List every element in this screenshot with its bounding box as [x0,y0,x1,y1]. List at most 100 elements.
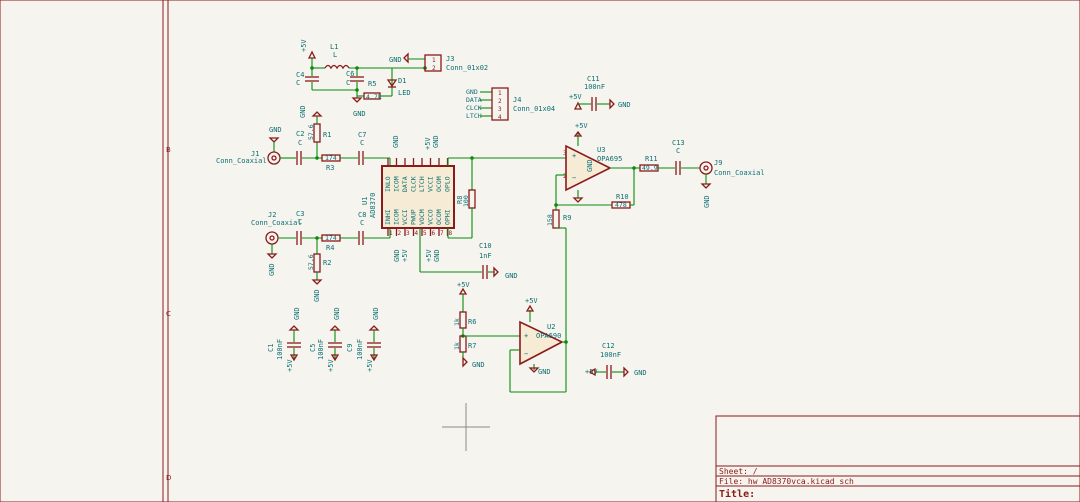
svg-text:GND: GND [586,159,594,172]
c6-ref: C6 [346,70,354,78]
u1-pin-icom: ICOM [393,209,401,225]
c3-ref: C3 [296,210,304,218]
svg-text:3: 3 [498,106,502,113]
j9-ref: J9 [714,159,722,167]
border-letter-d: D [166,474,171,482]
c4-value: C [296,79,300,87]
svg-text:+5V: +5V [525,297,538,305]
c12-value: 100nF [600,351,621,359]
svg-text:GND: GND [372,307,380,320]
svg-text:49.9: 49.9 [642,164,658,172]
c13-value: C [676,147,680,155]
r4-ref: R4 [326,244,334,252]
svg-text:+5V: +5V [401,249,409,262]
decoupling-caps-bottom: GND +5V C1 100nF GND +5V C5 100nF GND +5… [267,307,381,372]
svg-text:GND: GND [634,369,647,377]
c1-value: 100nF [276,339,284,360]
svg-text:GND: GND [299,105,307,118]
u1-ref: U1 [361,197,369,205]
u1-bottom-pin-names: INHI 1ICOM 2 VCCI 3PWUP 4 VOCM 5VCCO 6 OCOM 7OPHI 8 [384,209,453,237]
j3-ref: J3 [446,55,454,63]
svg-text:LTCH: LTCH [466,112,482,120]
svg-text:478: 478 [615,201,627,209]
decoupling-c11: +5V GND C11 100nF [569,75,631,111]
svg-text:1: 1 [498,90,502,97]
power-input-section: +5V L1 L C4 C C6 C GND 4.7k R5 D1 LED GN… [296,39,488,118]
svg-text:158: 158 [546,214,554,226]
l1-ref: L1 [330,43,338,51]
p5v-arrow-icon [307,50,317,59]
gnd-label-j3: GND [389,56,402,64]
svg-text:+5V: +5V [327,359,335,372]
u2-ref: U2 [547,323,555,331]
svg-text:+5V: +5V [286,359,294,372]
inductor-l1-icon [324,64,350,70]
r11-ref: R11 [645,155,658,163]
c11-ref: C11 [587,75,600,83]
u1-pin-number: 2 [398,230,402,237]
title-block: Sheet: / File: hw_AD8370vca.kicad_sch Ti… [715,415,1080,502]
svg-text:+5V: +5V [569,93,582,101]
u1-pin-vcco: VCCO [427,209,435,225]
u1-pin-data: DATA [401,176,409,192]
svg-text:GND: GND [392,135,400,148]
u2-value: OPA690 [536,332,561,340]
c7-value: C [360,139,364,147]
r3-ref: R3 [326,164,334,172]
r5-ref: R5 [368,80,376,88]
c9-ref: C9 [346,344,354,352]
r6-ref: R6 [468,318,476,326]
svg-text:GND: GND [333,307,341,320]
j2-value: Conn_Coaxial [251,219,302,227]
svg-text:GND: GND [538,368,551,376]
svg-text:GND: GND [703,195,711,208]
u1-pin-inhi: INHI [384,209,392,225]
u1-pin-number: 1 [389,230,393,237]
c6-value: C [346,79,350,87]
j4-ref: J4 [513,96,521,104]
u1-pin-number: 4 [415,230,419,237]
r5-value: 4.7k [366,93,382,101]
u1-pin-icom: ICOM [393,176,401,192]
crosshair-cursor-icon [442,403,490,451]
svg-text:GND: GND [293,307,301,320]
opamp-u2-opa690: +5V 1k R6 1k R7 GND + − U2 OPA690 +5V GN… [453,281,568,393]
svg-text:+5V: +5V [424,137,432,150]
svg-text:CLCK: CLCK [466,104,482,112]
svg-text:174: 174 [325,234,337,242]
j1-value: Conn_Coaxial [216,157,267,165]
svg-text:2: 2 [498,98,502,105]
svg-text:+5V: +5V [575,122,588,130]
svg-text:1k: 1k [453,342,461,350]
svg-text:GND: GND [393,249,401,262]
header-j4: GND DATA CLCK LTCH 1 2 3 4 J4 Conn_01x04 [466,87,555,121]
p5v-label-top: +5V [300,39,308,52]
r7-ref: R7 [468,342,476,350]
c1-ref: C1 [267,344,275,352]
u1-pin-ocom: OCOM [435,176,443,192]
j3-value: Conn_01x02 [446,64,488,72]
c13-ref: C13 [672,139,685,147]
u1-pin-number: 8 [449,230,453,237]
d1-ref: D1 [398,77,406,85]
c10-ref: C10 [479,242,492,250]
u1-pin-vocm: VOCM [418,209,426,225]
u1-value: AD8370 [369,193,377,218]
svg-text:57.6: 57.6 [307,124,315,140]
c2-value: C [298,139,302,147]
j2-ref: J2 [268,211,276,219]
u1-pin-number: 3 [406,230,410,237]
c8-value: C [360,219,364,227]
svg-text:+5V: +5V [457,281,470,289]
gnd-label-r5: GND [353,110,366,118]
border-letter-b: B [166,146,171,154]
svg-text:−: − [524,350,528,358]
u1-pin-number: 5 [423,230,427,237]
u1-pin-oplo: OPLO [444,176,452,192]
l1-value: L [333,51,337,59]
u1-pin-inlo: INLO [384,176,392,192]
c10-value: 1nF [479,252,492,260]
svg-text:4: 4 [498,114,502,121]
u1-pin-pwup: PWUP [410,209,418,225]
input-j2-section: J2 Conn_Coaxial GND C3 C 57.6 R2 GND 174… [251,210,391,302]
